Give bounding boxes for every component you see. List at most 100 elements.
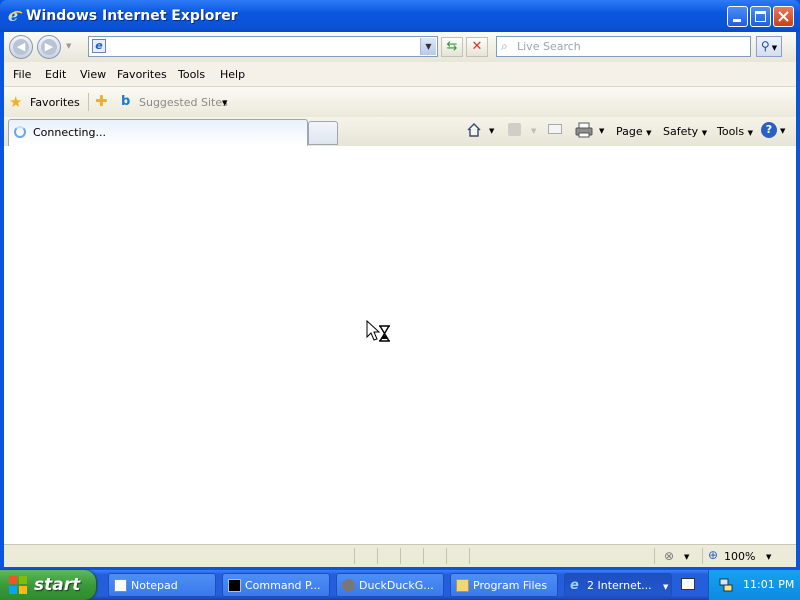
back-arrow-icon: ◀: [13, 39, 29, 55]
clock: 11:01 PM: [743, 578, 795, 591]
title-bar[interactable]: e Windows Internet Explorer: [0, 0, 800, 32]
taskbar-item-program-files[interactable]: Program Files: [450, 573, 558, 597]
tab-bar: Connecting... ▼ ▼ ▼ Page ▼ Safety ▼ Tool…: [4, 117, 796, 147]
taskbar-item-label: Notepad: [131, 579, 178, 592]
safety-menu-label: Safety: [663, 125, 699, 138]
taskbar-item-label: Program Files: [473, 579, 548, 592]
taskbar-item-notepad[interactable]: Notepad: [108, 573, 216, 597]
ie-logo-icon: e: [7, 6, 23, 25]
menu-bar: File Edit View Favorites Tools Help: [4, 62, 796, 87]
minimize-button[interactable]: [727, 6, 748, 27]
notepad-icon: [114, 579, 127, 592]
safety-dropdown-icon: ▼: [701, 129, 708, 137]
group-dropdown-icon: ▼: [663, 583, 669, 591]
bing-icon: b: [121, 94, 131, 109]
tools-menu[interactable]: Tools ▼: [717, 125, 753, 138]
ie-logo-icon: e: [570, 578, 579, 593]
magnifier-icon: ⚲: [760, 39, 770, 53]
forward-arrow-icon: ▶: [41, 39, 57, 55]
protected-mode-icon[interactable]: ⊗: [664, 549, 674, 563]
folder-icon: [456, 579, 469, 592]
new-tab-button[interactable]: [308, 121, 338, 145]
home-icon[interactable]: [466, 122, 482, 141]
browser-chrome: ◀ ▶ ▼ e ▼ ⇆ ✕ ⌕ Live Search ⚲ ▼ File Edit…: [4, 32, 796, 147]
menu-tools[interactable]: Tools: [178, 68, 205, 81]
status-divider: [377, 548, 378, 564]
home-dropdown-icon[interactable]: ▼: [489, 127, 494, 135]
close-button[interactable]: [773, 6, 794, 27]
menu-favorites[interactable]: Favorites: [117, 68, 167, 81]
recent-pages-dropdown-icon[interactable]: ▼: [66, 42, 71, 50]
feeds-icon[interactable]: [508, 123, 521, 136]
zoom-level[interactable]: 100%: [724, 550, 755, 563]
svg-text:e: e: [8, 7, 18, 23]
address-dropdown-icon[interactable]: ▼: [420, 38, 436, 55]
address-bar[interactable]: e ▼: [88, 36, 438, 57]
menu-help[interactable]: Help: [220, 68, 245, 81]
tools-menu-label: Tools: [717, 125, 745, 138]
tab-connecting[interactable]: Connecting...: [8, 119, 308, 146]
favorites-divider: [88, 93, 89, 111]
back-button[interactable]: ◀: [9, 35, 33, 59]
taskbar: start Notepad Command P... DuckDuckG... …: [0, 570, 800, 600]
status-divider: [423, 548, 424, 564]
forward-button[interactable]: ▶: [37, 35, 61, 59]
favorites-star-icon: ★: [9, 93, 23, 111]
status-bar: ⊗ ▼ ⊕ 100% ▼: [4, 544, 796, 567]
search-go-button[interactable]: ⚲ ▼: [756, 36, 782, 57]
favorites-bar: ★ Favorites ✚ b Suggested Sites ▼: [4, 87, 796, 117]
page-icon: e: [92, 39, 106, 53]
add-to-favorites-icon[interactable]: ✚: [95, 92, 108, 110]
zoom-dropdown-icon[interactable]: ▼: [766, 553, 771, 561]
refresh-button[interactable]: ⇆: [441, 37, 463, 57]
menu-view[interactable]: View: [80, 68, 106, 81]
refresh-icon: ⇆: [446, 39, 458, 54]
menu-edit[interactable]: Edit: [45, 68, 66, 81]
search-options-icon: ▼: [771, 44, 778, 52]
keyboard-icon[interactable]: [681, 578, 695, 590]
status-divider: [469, 548, 470, 564]
stop-icon: ✕: [471, 39, 483, 54]
protected-mode-dropdown-icon[interactable]: ▼: [684, 553, 689, 561]
close-icon: [778, 11, 789, 22]
print-icon[interactable]: [575, 122, 593, 141]
taskbar-item-command-prompt[interactable]: Command P...: [222, 573, 330, 597]
search-placeholder[interactable]: Live Search: [517, 40, 581, 53]
command-prompt-icon: [228, 579, 241, 592]
page-content[interactable]: [4, 146, 796, 544]
taskbar-item-internet-explorer[interactable]: e 2 Internet... ▼: [564, 573, 672, 597]
minimize-icon: [733, 19, 741, 22]
suggested-sites-button[interactable]: b Suggested Sites ▼: [121, 94, 231, 112]
search-box[interactable]: ⌕ Live Search: [496, 36, 751, 57]
taskbar-item-label: DuckDuckG...: [359, 579, 434, 592]
page-menu-label: Page: [616, 125, 643, 138]
suggested-dropdown-icon: ▼: [222, 99, 228, 107]
menu-file[interactable]: File: [13, 68, 31, 81]
taskbar-item-duckduckgo[interactable]: DuckDuckG...: [336, 573, 444, 597]
duckduckgo-icon: [342, 579, 355, 592]
navigation-bar: ◀ ▶ ▼ e ▼ ⇆ ✕ ⌕ Live Search ⚲ ▼: [4, 32, 796, 62]
status-divider: [354, 548, 355, 564]
read-mail-icon[interactable]: [548, 124, 562, 134]
help-icon[interactable]: ?: [761, 122, 777, 138]
busy-cursor-icon: [366, 320, 390, 342]
print-dropdown-icon[interactable]: ▼: [599, 127, 604, 135]
tab-title: Connecting...: [33, 126, 106, 139]
taskbar-item-label: Command P...: [245, 579, 321, 592]
system-tray: 11:01 PM: [708, 570, 800, 600]
status-divider: [702, 548, 703, 564]
network-icon[interactable]: [719, 578, 733, 592]
maximize-button[interactable]: [750, 6, 771, 27]
maximize-icon: [755, 11, 766, 22]
start-label: start: [34, 575, 81, 595]
safety-menu[interactable]: Safety ▼: [663, 125, 707, 138]
stop-button[interactable]: ✕: [466, 37, 488, 57]
page-dropdown-icon: ▼: [646, 129, 652, 137]
zoom-icon[interactable]: ⊕: [708, 548, 718, 562]
windows-logo-icon: [9, 576, 27, 594]
page-menu[interactable]: Page ▼: [616, 125, 652, 138]
tools-dropdown-icon: ▼: [747, 129, 753, 137]
status-divider: [400, 548, 401, 564]
help-dropdown-icon[interactable]: ▼: [780, 127, 785, 135]
start-button[interactable]: start: [0, 570, 96, 600]
